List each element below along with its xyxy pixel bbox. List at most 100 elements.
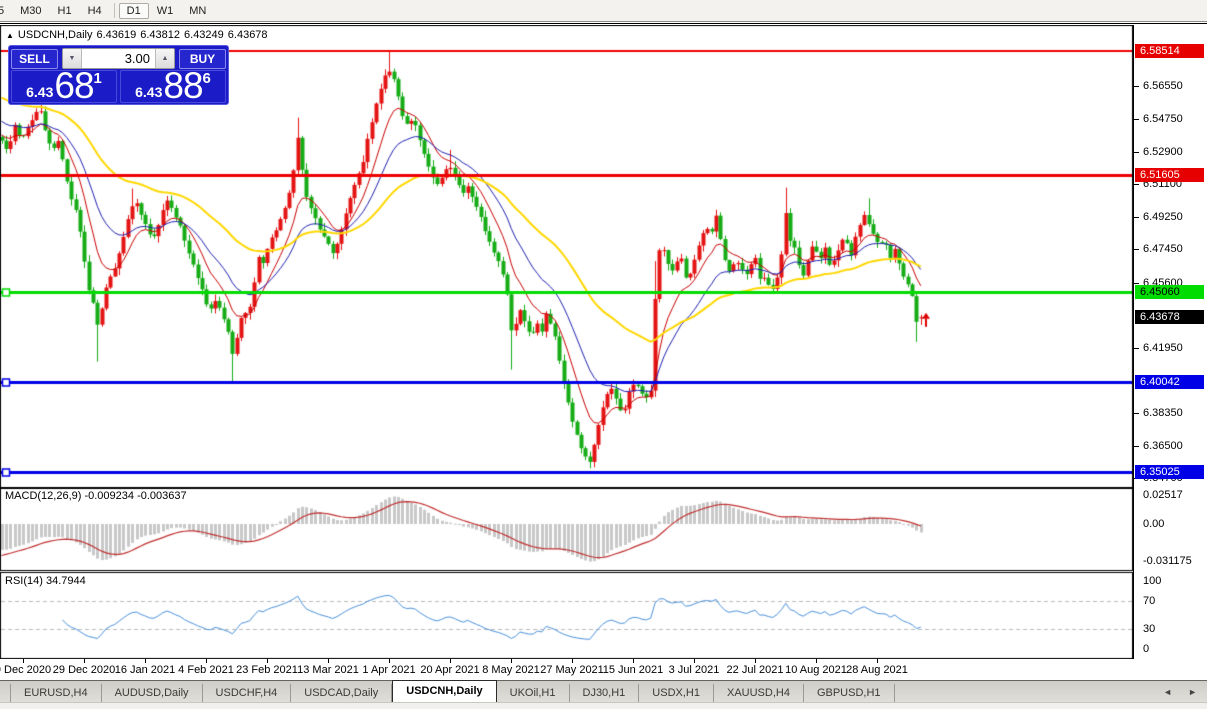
price-level-badge: 6.40042 (1135, 375, 1204, 389)
sell-price-prefix: 6.43 (26, 85, 53, 100)
price-axis-tick (1134, 184, 1139, 185)
date-axis-tick (389, 659, 390, 663)
sell-price-big-digits: 68 (54, 71, 93, 100)
price-axis-tick-label: 6.38350 (1143, 407, 1183, 419)
timeframe-button-h1[interactable]: H1 (50, 3, 80, 19)
price-level-badge: 6.43678 (1135, 310, 1204, 324)
price-level-badge: 6.51605 (1135, 168, 1204, 182)
date-axis-tick (572, 659, 573, 663)
date-axis-label: 13 Mar 2021 (297, 664, 359, 676)
chart-tab-usdcnh-daily[interactable]: USDCNH,Daily (392, 680, 496, 702)
chart-tab-audusd-daily[interactable]: AUDUSD,Daily (102, 684, 203, 702)
price-axis-tick (1134, 446, 1139, 447)
date-axis-tick (755, 659, 756, 663)
price-axis: 6.565506.547506.529006.511006.492506.474… (1133, 25, 1207, 659)
price-chart-canvas[interactable] (0, 25, 1133, 659)
date-axis-label: 9 Dec 2020 (0, 664, 51, 676)
sell-price-pip-digit: 1 (94, 72, 102, 85)
date-axis-label: 29 Dec 2020 (53, 664, 115, 676)
macd-scale-label: 0.02517 (1143, 489, 1183, 501)
date-axis-label: 28 Aug 2021 (846, 664, 908, 676)
date-axis-label: 16 Jan 2021 (115, 664, 176, 676)
ohlc-low-value: 6.43249 (184, 29, 224, 41)
date-axis-tick (267, 659, 268, 663)
tab-scroll-controls: ◄ ► (1163, 686, 1197, 698)
price-level-badge: 6.45060 (1135, 285, 1204, 299)
buy-price-display[interactable]: 6.43 88 6 (120, 70, 226, 103)
toolbar-separator (114, 3, 115, 18)
timeframe-button-w1[interactable]: W1 (149, 3, 182, 19)
trading-platform-window: 5M30H1H4D1W1MN ▲USDCNH,Daily6.436196.438… (0, 0, 1207, 709)
sell-button[interactable]: SELL (11, 49, 58, 69)
price-axis-tick (1134, 283, 1139, 284)
chart-tab-gbpusd-h1[interactable]: GBPUSD,H1 (804, 684, 895, 702)
chart-symbol-label: USDCNH,Daily (18, 29, 93, 41)
macd-indicator-label: MACD(12,26,9) -0.009234 -0.003637 (5, 490, 187, 502)
date-axis-label: 23 Feb 2021 (236, 664, 298, 676)
price-axis-tick (1134, 348, 1139, 349)
price-axis-tick-label: 6.49250 (1143, 211, 1183, 223)
chart-window: ▲USDCNH,Daily6.436196.438126.432496.4367… (0, 23, 1207, 681)
price-axis-tick-label: 6.47450 (1143, 243, 1183, 255)
rsi-scale-label: 100 (1143, 575, 1161, 587)
timeframe-button-m30[interactable]: M30 (12, 3, 49, 19)
ohlc-high-value: 6.43812 (140, 29, 180, 41)
date-axis-tick (633, 659, 634, 663)
price-axis-tick (1134, 86, 1139, 87)
date-axis-tick (511, 659, 512, 663)
date-axis-tick (877, 659, 878, 663)
price-level-badge: 6.35025 (1135, 465, 1204, 479)
chart-tab-usdx-h1[interactable]: USDX,H1 (639, 684, 714, 702)
date-axis-tick (206, 659, 207, 663)
date-axis-label: 15 Jun 2021 (603, 664, 664, 676)
chart-tab-usdcad-daily[interactable]: USDCAD,Daily (291, 684, 392, 702)
price-level-badge: 6.58514 (1135, 44, 1204, 58)
macd-scale-label: -0.031175 (1143, 555, 1192, 567)
bottom-status-strip (0, 702, 1207, 709)
chart-tab-usdchf-h4[interactable]: USDCHF,H4 (203, 684, 292, 702)
rsi-scale-label: 70 (1143, 595, 1155, 607)
rsi-scale-label: 30 (1143, 623, 1155, 635)
buy-price-pip-digit: 6 (203, 72, 211, 85)
ohlc-close-value: 6.43678 (228, 29, 268, 41)
sell-price-display[interactable]: 6.43 68 1 (11, 70, 117, 103)
date-axis-tick (84, 659, 85, 663)
ohlc-open-value: 6.43619 (96, 29, 136, 41)
date-axis-tick (328, 659, 329, 663)
collapse-chart-icon[interactable]: ▲ (6, 31, 14, 40)
price-axis-tick (1134, 413, 1139, 414)
chart-tab-xauusd-h4[interactable]: XAUUSD,H4 (714, 684, 804, 702)
chart-tab-bar: EURUSD,H4AUDUSD,DailyUSDCHF,H4USDCAD,Dai… (0, 680, 1207, 702)
chart-tab-ukoil-h1[interactable]: UKOil,H1 (497, 684, 570, 702)
timeframe-button-h4[interactable]: H4 (80, 3, 110, 19)
price-axis-tick-label: 6.56550 (1143, 80, 1183, 92)
timeframe-button-d1[interactable]: D1 (119, 3, 149, 19)
date-axis-tick (816, 659, 817, 663)
timeframe-button-5[interactable]: 5 (0, 3, 12, 19)
buy-price-big-digits: 88 (163, 71, 202, 100)
date-axis-label: 20 Apr 2021 (420, 664, 479, 676)
price-axis-tick (1134, 119, 1139, 120)
chart-tab-eurusd-h4[interactable]: EURUSD,H4 (10, 684, 102, 702)
chart-tab-dj30-h1[interactable]: DJ30,H1 (570, 684, 640, 702)
rsi-scale-label: 0 (1143, 643, 1149, 655)
date-axis-label: 8 May 2021 (482, 664, 539, 676)
date-axis: 9 Dec 202029 Dec 202016 Jan 20214 Feb 20… (0, 659, 1133, 681)
date-axis-label: 3 Jul 2021 (669, 664, 720, 676)
date-axis-tick (23, 659, 24, 663)
timeframe-toolbar: 5M30H1H4 D1W1MN (0, 0, 1207, 22)
tab-scroll-right-icon[interactable]: ► (1188, 686, 1197, 698)
price-axis-tick-label: 6.52900 (1143, 146, 1183, 158)
one-click-trade-panel: SELL ▼ ▲ BUY 6.43 68 1 6.43 88 6 (8, 45, 229, 105)
date-axis-tick (145, 659, 146, 663)
tab-scroll-left-icon[interactable]: ◄ (1163, 686, 1172, 698)
buy-price-prefix: 6.43 (135, 85, 162, 100)
price-axis-tick-label: 6.36500 (1143, 440, 1183, 452)
timeframe-button-mn[interactable]: MN (181, 3, 214, 19)
price-axis-tick-label: 6.54750 (1143, 113, 1183, 125)
chart-title: ▲ USDCNH,Daily6.43619 6.43812 6.43249 6.4367… (6, 29, 272, 41)
date-axis-label: 1 Apr 2021 (362, 664, 415, 676)
price-axis-tick (1134, 217, 1139, 218)
price-axis-tick (1134, 152, 1139, 153)
date-axis-tick (694, 659, 695, 663)
